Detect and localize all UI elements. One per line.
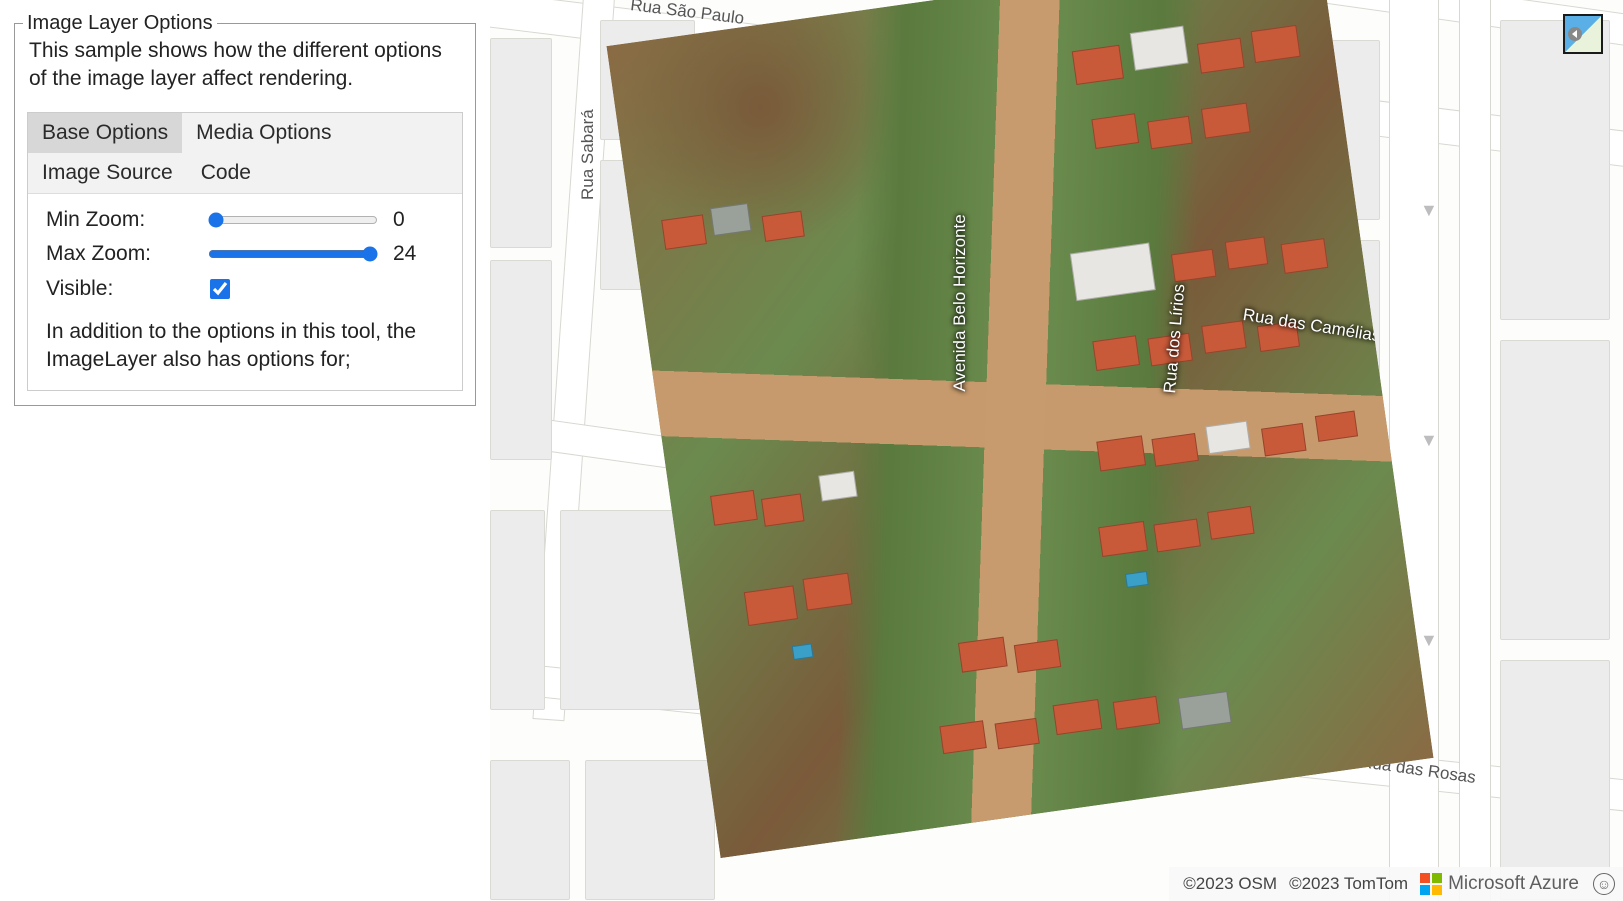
- visible-checkbox[interactable]: [210, 279, 230, 299]
- tab-body: Min Zoom: 0 Max Zoom: 24: [28, 194, 462, 391]
- tabs-card: Base Options Media Options Image Source …: [27, 112, 463, 392]
- panel-note: In addition to the options in this tool,…: [46, 318, 444, 375]
- visible-label: Visible:: [46, 277, 206, 301]
- option-row-min-zoom: Min Zoom: 0: [46, 208, 444, 232]
- brand-text: Microsoft Azure: [1448, 873, 1579, 895]
- microsoft-azure-logo: Microsoft Azure: [1420, 873, 1579, 895]
- option-row-max-zoom: Max Zoom: 24: [46, 242, 444, 266]
- tab-code[interactable]: Code: [187, 153, 265, 193]
- max-zoom-value: 24: [393, 242, 416, 266]
- options-fieldset: Image Layer Options This sample shows ho…: [14, 12, 476, 406]
- options-panel-wrap: Image Layer Options This sample shows ho…: [0, 0, 490, 901]
- map-canvas[interactable]: ▼ ▼ ▼ Rua São Paulo Rua Sabará Rua Vila …: [490, 0, 1623, 901]
- min-zoom-slider[interactable]: [208, 212, 378, 228]
- min-zoom-label: Min Zoom:: [46, 208, 206, 232]
- max-zoom-label: Max Zoom:: [46, 242, 206, 266]
- min-zoom-value: 0: [393, 208, 405, 232]
- panel-description: This sample shows how the different opti…: [15, 35, 475, 108]
- attribution-osm: ©2023 OSM: [1183, 874, 1277, 894]
- max-zoom-slider[interactable]: [208, 246, 378, 262]
- map-style-picker-button[interactable]: [1563, 14, 1603, 54]
- tab-media-options[interactable]: Media Options: [182, 113, 345, 153]
- app-root: Image Layer Options This sample shows ho…: [0, 0, 1623, 901]
- attribution-tomtom: ©2023 TomTom: [1289, 874, 1408, 894]
- microsoft-icon: [1420, 873, 1442, 895]
- feedback-button[interactable]: ☺: [1593, 873, 1615, 895]
- tab-image-source[interactable]: Image Source: [28, 153, 187, 193]
- option-row-visible: Visible:: [46, 276, 444, 302]
- tab-row: Base Options Media Options Image Source …: [28, 113, 462, 194]
- tab-base-options[interactable]: Base Options: [28, 113, 182, 153]
- image-layer-overlay: Avenida Belo Horizonte Rua dos Lírios Ru…: [606, 0, 1433, 858]
- chevron-left-icon: [1568, 27, 1582, 41]
- map-attribution-bar: ©2023 OSM ©2023 TomTom Microsoft Azure ☺: [1169, 867, 1623, 901]
- panel-legend: Image Layer Options: [23, 12, 217, 35]
